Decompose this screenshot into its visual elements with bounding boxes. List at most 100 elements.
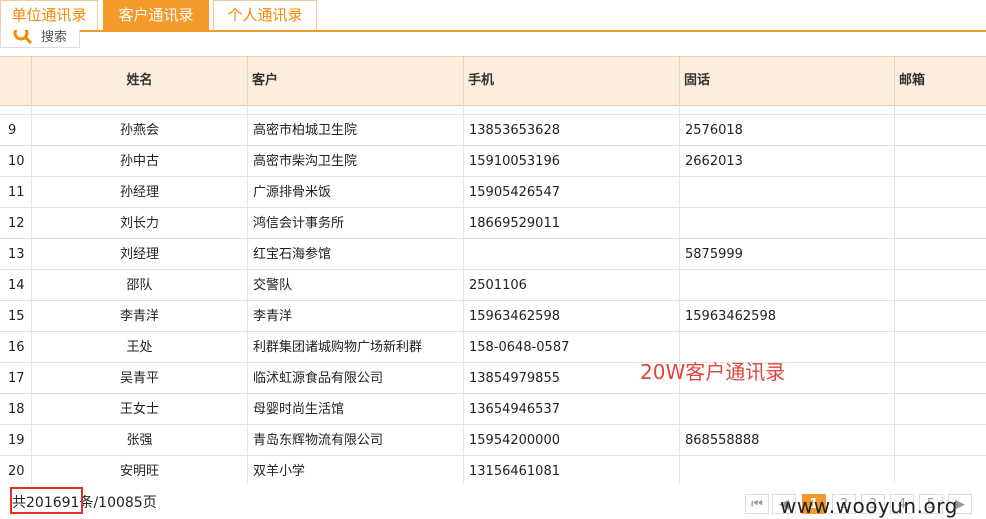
header-name[interactable]: 姓名 — [31, 57, 247, 105]
cell-mobile: 18669529011 — [463, 208, 679, 239]
table-row[interactable]: 17 吴青平 临沭虹源食品有限公司 13854979855 — [0, 363, 986, 394]
cell-email — [894, 208, 986, 239]
table-row[interactable]: 马大主 马大主 1512666 — [0, 105, 986, 115]
cell-mobile: 15954200000 — [463, 425, 679, 456]
cell-customer: 青岛东辉物流有限公司 — [247, 425, 463, 456]
cell-email — [894, 105, 986, 115]
row-number: 18 — [8, 402, 25, 417]
cell-email — [894, 177, 986, 208]
annotation-text: 20W客户通讯录 — [640, 360, 786, 384]
header-phone[interactable]: 固话 — [679, 57, 894, 105]
cell-phone — [679, 177, 894, 208]
cell-customer: 交警队 — [247, 270, 463, 301]
search-label: 搜索 — [41, 30, 68, 45]
cell-customer: 高密市柴沟卫生院 — [247, 146, 463, 177]
cell-email — [894, 270, 986, 301]
table-row[interactable]: 11 孙经理 广源排骨米饭 15905426547 — [0, 177, 986, 208]
cell-mobile: 13853653628 — [463, 115, 679, 146]
header-email[interactable]: 邮箱 — [894, 57, 986, 105]
table-row[interactable]: 10 孙中古 高密市柴沟卫生院 15910053196 2662013 — [0, 146, 986, 177]
cell-name: 邵队 — [31, 270, 247, 301]
cell-email — [894, 332, 986, 363]
cell-email — [894, 146, 986, 177]
table-row[interactable]: 19 张强 青岛东辉物流有限公司 15954200000 868558888 — [0, 425, 986, 456]
search-icon — [13, 30, 33, 45]
table-row[interactable]: 18 王女士 母婴时尚生活馆 13654946537 — [0, 394, 986, 425]
cell-customer: 马大主 — [247, 105, 463, 115]
cell-email — [894, 394, 986, 425]
row-number: 19 — [8, 433, 25, 448]
cell-name: 安明旺 — [31, 456, 247, 484]
row-number: 11 — [8, 185, 25, 200]
cell-customer: 广源排骨米饭 — [247, 177, 463, 208]
row-number: 15 — [8, 309, 25, 324]
row-number: 9 — [8, 123, 17, 138]
cell-customer: 高密市柏城卫生院 — [247, 115, 463, 146]
cell-mobile: 15910053196 — [463, 146, 679, 177]
contacts-table: 姓名 客户 手机 固话 邮箱 马大主 马大主 1512666 9 孙燕会高密市柏城… — [0, 56, 986, 484]
table-row[interactable]: 13 刘经理 红宝石海参馆 5875999 — [0, 239, 986, 270]
first-page-button[interactable]: ⏮ — [745, 494, 769, 514]
cell-mobile — [463, 239, 679, 270]
table-row[interactable]: 16 王处 利群集团诸城购物广场新利群 158-0648-0587 — [0, 332, 986, 363]
cell-name: 刘经理 — [31, 239, 247, 270]
cell-customer: 母婴时尚生活馆 — [247, 394, 463, 425]
row-number — [0, 105, 31, 115]
search-button[interactable]: 搜索 — [0, 30, 80, 48]
tab-personal-contacts[interactable]: 个人通讯录 — [213, 0, 317, 30]
cell-customer: 红宝石海参馆 — [247, 239, 463, 270]
cell-name: 刘长力 — [31, 208, 247, 239]
cell-customer: 临沭虹源食品有限公司 — [247, 363, 463, 394]
table-body[interactable]: 马大主 马大主 1512666 9孙燕会高密市柏城卫生院138536536282… — [0, 105, 986, 484]
cell-email — [894, 115, 986, 146]
header-customer[interactable]: 客户 — [247, 57, 463, 105]
cell-phone — [679, 105, 894, 115]
cell-phone: 2662013 — [679, 146, 894, 177]
table-row[interactable]: 12 刘长力 鸿信会计事务所 18669529011 — [0, 208, 986, 239]
row-number: 14 — [8, 278, 25, 293]
tab-customer-contacts[interactable]: 客户通讯录 — [103, 0, 209, 30]
cell-name: 孙燕会 — [31, 115, 247, 146]
cell-mobile: 2501106 — [463, 270, 679, 301]
cell-mobile: 13156461081 — [463, 456, 679, 484]
cell-name: 孙中古 — [31, 146, 247, 177]
row-number: 16 — [8, 340, 25, 355]
table-header: 姓名 客户 手机 固话 邮箱 — [0, 56, 986, 106]
cell-email — [894, 363, 986, 394]
cell-name: 马大主 — [31, 105, 247, 115]
cell-phone — [679, 394, 894, 425]
cell-email — [894, 456, 986, 484]
row-number: 12 — [8, 216, 25, 231]
cell-customer: 鸿信会计事务所 — [247, 208, 463, 239]
table-row[interactable]: 20 安明旺 双羊小学 13156461081 — [0, 456, 986, 484]
table-row[interactable]: 14 邵队 交警队 2501106 — [0, 270, 986, 301]
cell-email — [894, 239, 986, 270]
cell-name: 王女士 — [31, 394, 247, 425]
cell-phone — [679, 456, 894, 484]
table-row[interactable]: 15 李青洋 李青洋 15963462598 15963462598 — [0, 301, 986, 332]
table-row[interactable]: 9 孙燕会 高密市柏城卫生院 13853653628 2576018 — [0, 115, 986, 146]
cell-phone: 2576018 — [679, 115, 894, 146]
cell-customer: 利群集团诸城购物广场新利群 — [247, 332, 463, 363]
row-number: 17 — [8, 371, 25, 386]
cell-phone: 868558888 — [679, 425, 894, 456]
cell-phone — [679, 270, 894, 301]
cell-customer: 李青洋 — [247, 301, 463, 332]
cell-mobile: 15905426547 — [463, 177, 679, 208]
cell-email — [894, 425, 986, 456]
cell-mobile: 15963462598 — [463, 301, 679, 332]
cell-name: 李青洋 — [31, 301, 247, 332]
cell-mobile: 13654946537 — [463, 394, 679, 425]
row-number: 10 — [8, 154, 25, 169]
cell-email — [894, 301, 986, 332]
tab-unit-contacts[interactable]: 单位通讯录 — [0, 0, 98, 30]
cell-name: 王处 — [31, 332, 247, 363]
cell-name: 吴青平 — [31, 363, 247, 394]
site-watermark: www.wooyun.org — [780, 494, 958, 518]
highlight-box — [10, 487, 83, 514]
cell-customer: 双羊小学 — [247, 456, 463, 484]
header-mobile[interactable]: 手机 — [463, 57, 679, 105]
cell-name: 孙经理 — [31, 177, 247, 208]
first-page-icon: ⏮ — [751, 497, 763, 512]
row-number: 20 — [8, 464, 25, 479]
